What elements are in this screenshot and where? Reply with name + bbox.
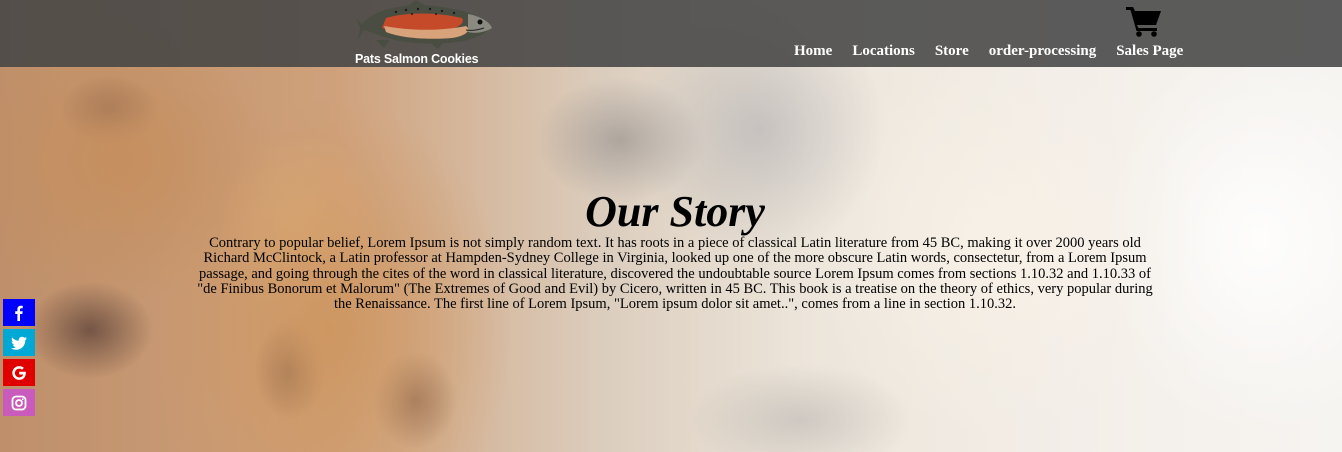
- page-title: Our Story: [585, 187, 765, 236]
- nav-store[interactable]: Store: [935, 43, 969, 63]
- top-navigation-bar: Pats Salmon Cookies Home Locations Store…: [0, 0, 1342, 67]
- instagram-icon: [11, 395, 27, 411]
- salmon-logo: [356, 0, 492, 49]
- shopping-cart-button[interactable]: [1126, 5, 1162, 42]
- nav-locations[interactable]: Locations: [852, 43, 915, 63]
- facebook-icon: [15, 305, 23, 321]
- nav-order-processing[interactable]: order-processing: [989, 43, 1096, 63]
- nav-home[interactable]: Home: [794, 43, 832, 63]
- instagram-button[interactable]: [3, 389, 35, 416]
- twitter-icon: [11, 336, 27, 350]
- social-sidebar: [3, 299, 35, 419]
- nav-sales-page[interactable]: Sales Page: [1116, 43, 1183, 63]
- story-paragraph: Contrary to popular belief, Lorem Ipsum …: [197, 235, 1153, 313]
- brand-logo-link[interactable]: Pats Salmon Cookies: [354, 0, 494, 67]
- shopping-cart-icon: [1126, 7, 1161, 37]
- google-icon: [12, 366, 26, 380]
- brand-name: Pats Salmon Cookies: [355, 52, 479, 66]
- main-nav: Home Locations Store order-processing Sa…: [794, 43, 1183, 63]
- google-button[interactable]: [3, 359, 35, 386]
- twitter-button[interactable]: [3, 329, 35, 356]
- our-story-section: Our Story Contrary to popular belief, Lo…: [195, 188, 1155, 312]
- facebook-button[interactable]: [3, 299, 35, 326]
